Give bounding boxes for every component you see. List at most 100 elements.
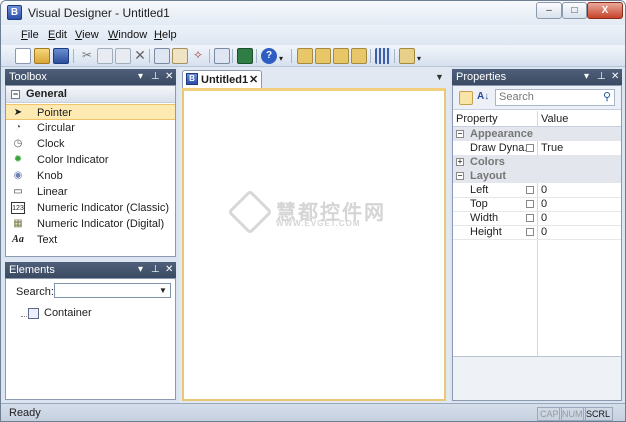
menu-edit-rest: dit [55, 29, 67, 41]
property-row-top[interactable]: Top 0 [453, 197, 621, 211]
delete-icon[interactable]: ✕ [132, 48, 148, 64]
menu-help[interactable]: Help [154, 29, 177, 41]
close-icon[interactable]: ✕ [165, 69, 173, 85]
arrange-icon[interactable] [399, 48, 415, 64]
tab-close-icon[interactable]: ✕ [249, 73, 258, 86]
property-row-draw-dynamic[interactable]: Draw Dyna... True [453, 141, 621, 155]
pin-icon[interactable]: ⊥ [151, 69, 160, 85]
maximize-button[interactable]: □ [562, 2, 587, 19]
elements-search-label: Search: [16, 286, 54, 298]
edit-icon[interactable] [526, 228, 534, 236]
toolbox-group-general[interactable]: − General [6, 86, 175, 103]
form-icon[interactable] [154, 48, 170, 64]
align-center-icon[interactable] [315, 48, 331, 64]
property-value[interactable]: True [541, 141, 563, 155]
property-value[interactable]: 0 [541, 197, 547, 211]
close-button[interactable]: X [587, 2, 623, 19]
category-layout[interactable]: − Layout [453, 169, 621, 183]
document-list-icon[interactable]: ▼ [435, 72, 444, 82]
toolbox-header: Toolbox ▾ ⊥ ✕ [5, 69, 176, 85]
open-folder-icon[interactable] [34, 48, 50, 64]
toolbox-item-text[interactable]: Aa Text [6, 232, 175, 248]
properties-window-icon[interactable] [214, 48, 230, 64]
category-colors[interactable]: + Colors [453, 155, 621, 169]
align-bottom-icon[interactable] [351, 48, 367, 64]
pin-icon[interactable]: ⊥ [597, 69, 606, 85]
grid-icon[interactable] [375, 48, 391, 64]
menu-view[interactable]: View [75, 29, 99, 41]
category-label: Layout [470, 170, 507, 182]
tools-icon[interactable]: ✧ [190, 48, 206, 64]
search-icon[interactable]: ⚲ [603, 90, 611, 105]
add-control-icon[interactable] [172, 48, 188, 64]
chevron-down-icon[interactable]: ▼ [157, 285, 169, 296]
watermark-logo-icon [227, 189, 273, 235]
expand-icon[interactable]: + [456, 158, 464, 166]
menu-window[interactable]: Window [108, 29, 147, 41]
category-appearance[interactable]: − Appearance [453, 127, 621, 141]
edit-icon[interactable] [526, 186, 534, 194]
panel-menu-icon[interactable]: ▾ [138, 262, 143, 278]
toolbox-item-circular[interactable]: ◔ Circular [6, 120, 175, 136]
close-icon[interactable]: ✕ [165, 262, 173, 278]
toolbar-separator [209, 49, 210, 63]
edit-icon[interactable] [526, 200, 534, 208]
minimize-button[interactable]: – [536, 2, 562, 19]
toolbar-separator [370, 49, 371, 63]
property-name: Left [470, 184, 489, 196]
property-name: Height [470, 226, 502, 238]
app-icon[interactable]: B [7, 5, 22, 20]
category-label: Colors [470, 156, 505, 168]
collapse-icon[interactable]: − [456, 172, 464, 180]
toolbar-separator [256, 49, 257, 63]
cap-indicator: CAP [537, 407, 562, 421]
elements-search-combo[interactable]: ▼ [54, 283, 171, 298]
panel-menu-icon[interactable]: ▾ [584, 69, 589, 85]
collapse-icon[interactable]: − [11, 90, 20, 99]
cut-icon[interactable]: ✂ [79, 48, 95, 64]
new-file-icon[interactable] [15, 48, 31, 64]
help-icon[interactable]: ? [261, 48, 277, 64]
paste-icon[interactable] [115, 48, 131, 64]
toolbox-item-numeric-classic[interactable]: 123 Numeric Indicator (Classic) [6, 200, 175, 216]
property-row-left[interactable]: Left 0 [453, 183, 621, 197]
row-divider [453, 239, 621, 240]
run-preview-icon[interactable] [237, 48, 253, 64]
save-icon[interactable] [53, 48, 69, 64]
design-canvas[interactable] [182, 88, 446, 401]
toolbox-item-pointer[interactable]: ➤ Pointer [6, 104, 175, 120]
property-row-height[interactable]: Height 0 [453, 225, 621, 239]
sort-alpha-icon[interactable]: A↓ [477, 91, 491, 105]
toolbar-overflow-icon[interactable]: ▾ [279, 48, 287, 64]
edit-icon[interactable] [526, 144, 534, 152]
toolbox-item-label: Clock [37, 138, 65, 150]
collapse-icon[interactable]: − [456, 130, 464, 138]
toolbar-separator [149, 49, 150, 63]
property-value[interactable]: 0 [541, 211, 547, 225]
property-value[interactable]: 0 [541, 225, 547, 239]
close-icon[interactable]: ✕ [611, 69, 619, 85]
align-left-icon[interactable] [297, 48, 313, 64]
tab-untitled1[interactable]: B Untitled1 ✕ [182, 70, 262, 88]
toolbox-item-knob[interactable]: ◉ Knob [6, 168, 175, 184]
toolbox-item-numeric-digital[interactable]: ▦ Numeric Indicator (Digital) [6, 216, 175, 232]
num-indicator: NUM [559, 407, 586, 421]
categorized-icon[interactable] [459, 91, 473, 105]
toolbox-item-clock[interactable]: ◷ Clock [6, 136, 175, 152]
toolbox-item-linear[interactable]: ▭ Linear [6, 184, 175, 200]
toolbar-overflow-icon[interactable]: ▾ [417, 48, 425, 64]
menu-file[interactable]: File [21, 29, 39, 41]
menu-edit[interactable]: Edit [48, 29, 67, 41]
properties-search-input[interactable]: Search ⚲ [495, 89, 615, 106]
menu-help-accel: H [154, 29, 162, 41]
tree-item-container[interactable]: Container [44, 307, 92, 319]
app-window: B Visual Designer - Untitled1 – □ X File… [0, 0, 626, 422]
toolbox-item-color-indicator[interactable]: ✹ Color Indicator [6, 152, 175, 168]
edit-icon[interactable] [526, 214, 534, 222]
copy-icon[interactable] [97, 48, 113, 64]
property-row-width[interactable]: Width 0 [453, 211, 621, 225]
property-value[interactable]: 0 [541, 183, 547, 197]
pin-icon[interactable]: ⊥ [151, 262, 160, 278]
align-top-icon[interactable] [333, 48, 349, 64]
panel-menu-icon[interactable]: ▾ [138, 69, 143, 85]
